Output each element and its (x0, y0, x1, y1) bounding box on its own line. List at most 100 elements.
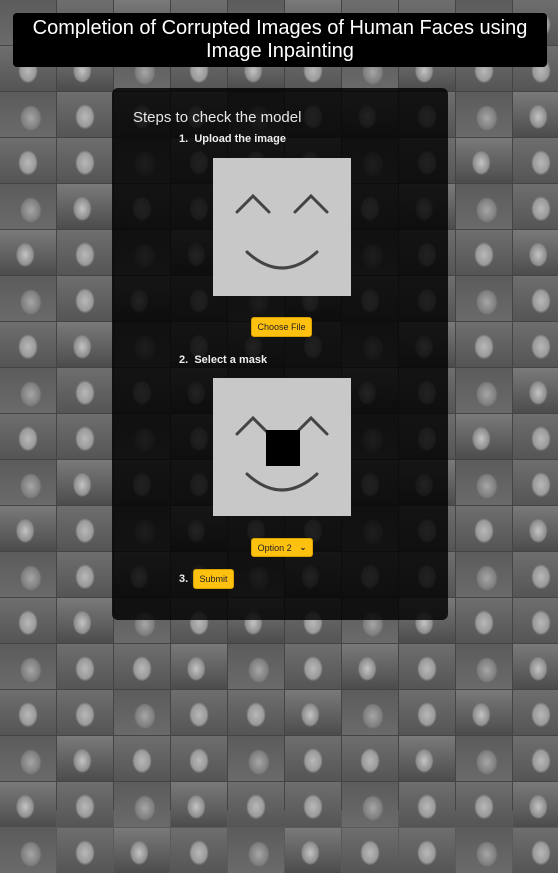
face-photo-tile (228, 828, 284, 873)
face-photo-tile (456, 460, 512, 505)
step-3-label: 3. (179, 573, 188, 585)
face-photo-tile (57, 598, 113, 643)
step-text: Upload the image (194, 133, 286, 145)
face-photo-tile (114, 644, 170, 689)
face-photo-tile (513, 736, 558, 781)
face-photo-tile (57, 552, 113, 597)
page-title: Completion of Corrupted Images of Human … (32, 17, 528, 62)
face-photo-tile (456, 230, 512, 275)
step-2-label: 2. Select a mask (179, 354, 267, 366)
face-photo-tile (171, 690, 227, 735)
face-photo-tile (513, 828, 558, 873)
step-text: Select a mask (194, 354, 268, 366)
face-photo-tile (456, 368, 512, 413)
face-photo-tile (399, 644, 455, 689)
face-photo-tile (456, 736, 512, 781)
face-photo-tile (0, 460, 56, 505)
face-photo-tile (228, 644, 284, 689)
face-photo-tile (513, 644, 558, 689)
face-photo-tile (513, 414, 558, 459)
face-photo-tile (513, 322, 558, 367)
face-photo-tile (114, 736, 170, 781)
face-photo-tile (171, 644, 227, 689)
face-photo-tile (57, 276, 113, 321)
face-photo-tile (0, 414, 56, 459)
face-photo-tile (456, 276, 512, 321)
face-photo-tile (171, 736, 227, 781)
step-number: 1. (179, 133, 189, 145)
face-photo-tile (456, 828, 512, 873)
face-photo-tile (57, 828, 113, 873)
face-photo-tile (456, 644, 512, 689)
face-photo-tile (0, 552, 56, 597)
face-photo-tile (171, 782, 227, 827)
face-photo-tile (285, 690, 341, 735)
face-photo-tile (114, 828, 170, 873)
face-photo-tile (342, 644, 398, 689)
mask-preview (213, 378, 351, 516)
face-photo-tile (513, 552, 558, 597)
face-photo-tile (228, 690, 284, 735)
face-photo-tile (114, 690, 170, 735)
face-photo-tile (399, 690, 455, 735)
face-photo-tile (342, 828, 398, 873)
face-photo-tile (228, 782, 284, 827)
face-photo-tile (285, 782, 341, 827)
face-photo-tile (513, 368, 558, 413)
choose-file-button[interactable]: Choose File (251, 317, 312, 337)
face-photo-tile (342, 782, 398, 827)
face-photo-tile (456, 322, 512, 367)
face-photo-tile (0, 368, 56, 413)
face-photo-tile (456, 506, 512, 551)
face-photo-tile (285, 828, 341, 873)
face-photo-tile (399, 782, 455, 827)
face-photo-tile (57, 644, 113, 689)
steps-title: Steps to check the model (133, 109, 302, 126)
smiley-face-icon (235, 193, 329, 270)
face-photo-tile (513, 276, 558, 321)
face-photo-tile (456, 138, 512, 183)
face-photo-tile (0, 644, 56, 689)
face-photo-tile (0, 736, 56, 781)
face-photo-tile (456, 552, 512, 597)
face-photo-tile (171, 828, 227, 873)
face-photo-tile (513, 138, 558, 183)
uploaded-image-preview (213, 158, 351, 296)
face-photo-tile (57, 460, 113, 505)
face-photo-tile (513, 184, 558, 229)
face-photo-tile (456, 184, 512, 229)
step-number: 2. (179, 354, 189, 366)
face-photo-tile (57, 736, 113, 781)
face-photo-tile (456, 598, 512, 643)
face-photo-tile (513, 92, 558, 137)
face-photo-tile (399, 828, 455, 873)
step-1-label: 1. Upload the image (179, 133, 286, 145)
face-photo-tile (0, 322, 56, 367)
face-photo-tile (57, 368, 113, 413)
face-photo-tile (57, 138, 113, 183)
face-photo-tile (513, 506, 558, 551)
chevron-down-icon: ⌄ (299, 543, 307, 552)
steps-panel: Steps to check the model 1. Upload the i… (112, 88, 448, 620)
submit-button[interactable]: Submit (193, 569, 234, 589)
face-photo-tile (57, 782, 113, 827)
face-photo-tile (0, 506, 56, 551)
face-photo-tile (0, 92, 56, 137)
face-photo-tile (57, 92, 113, 137)
face-photo-tile (228, 736, 284, 781)
face-photo-tile (342, 690, 398, 735)
face-photo-tile (57, 230, 113, 275)
face-photo-tile (513, 782, 558, 827)
face-photo-tile (57, 414, 113, 459)
face-photo-tile (57, 322, 113, 367)
selected-option: Option 2 (257, 542, 292, 553)
face-photo-tile (513, 690, 558, 735)
face-photo-tile (114, 782, 170, 827)
face-photo-tile (285, 644, 341, 689)
page-header: Completion of Corrupted Images of Human … (13, 13, 547, 67)
face-photo-tile (456, 782, 512, 827)
mask-select[interactable]: Option 2 ⌄ (251, 538, 313, 557)
face-photo-tile (513, 460, 558, 505)
face-photo-tile (57, 184, 113, 229)
face-photo-tile (0, 782, 56, 827)
